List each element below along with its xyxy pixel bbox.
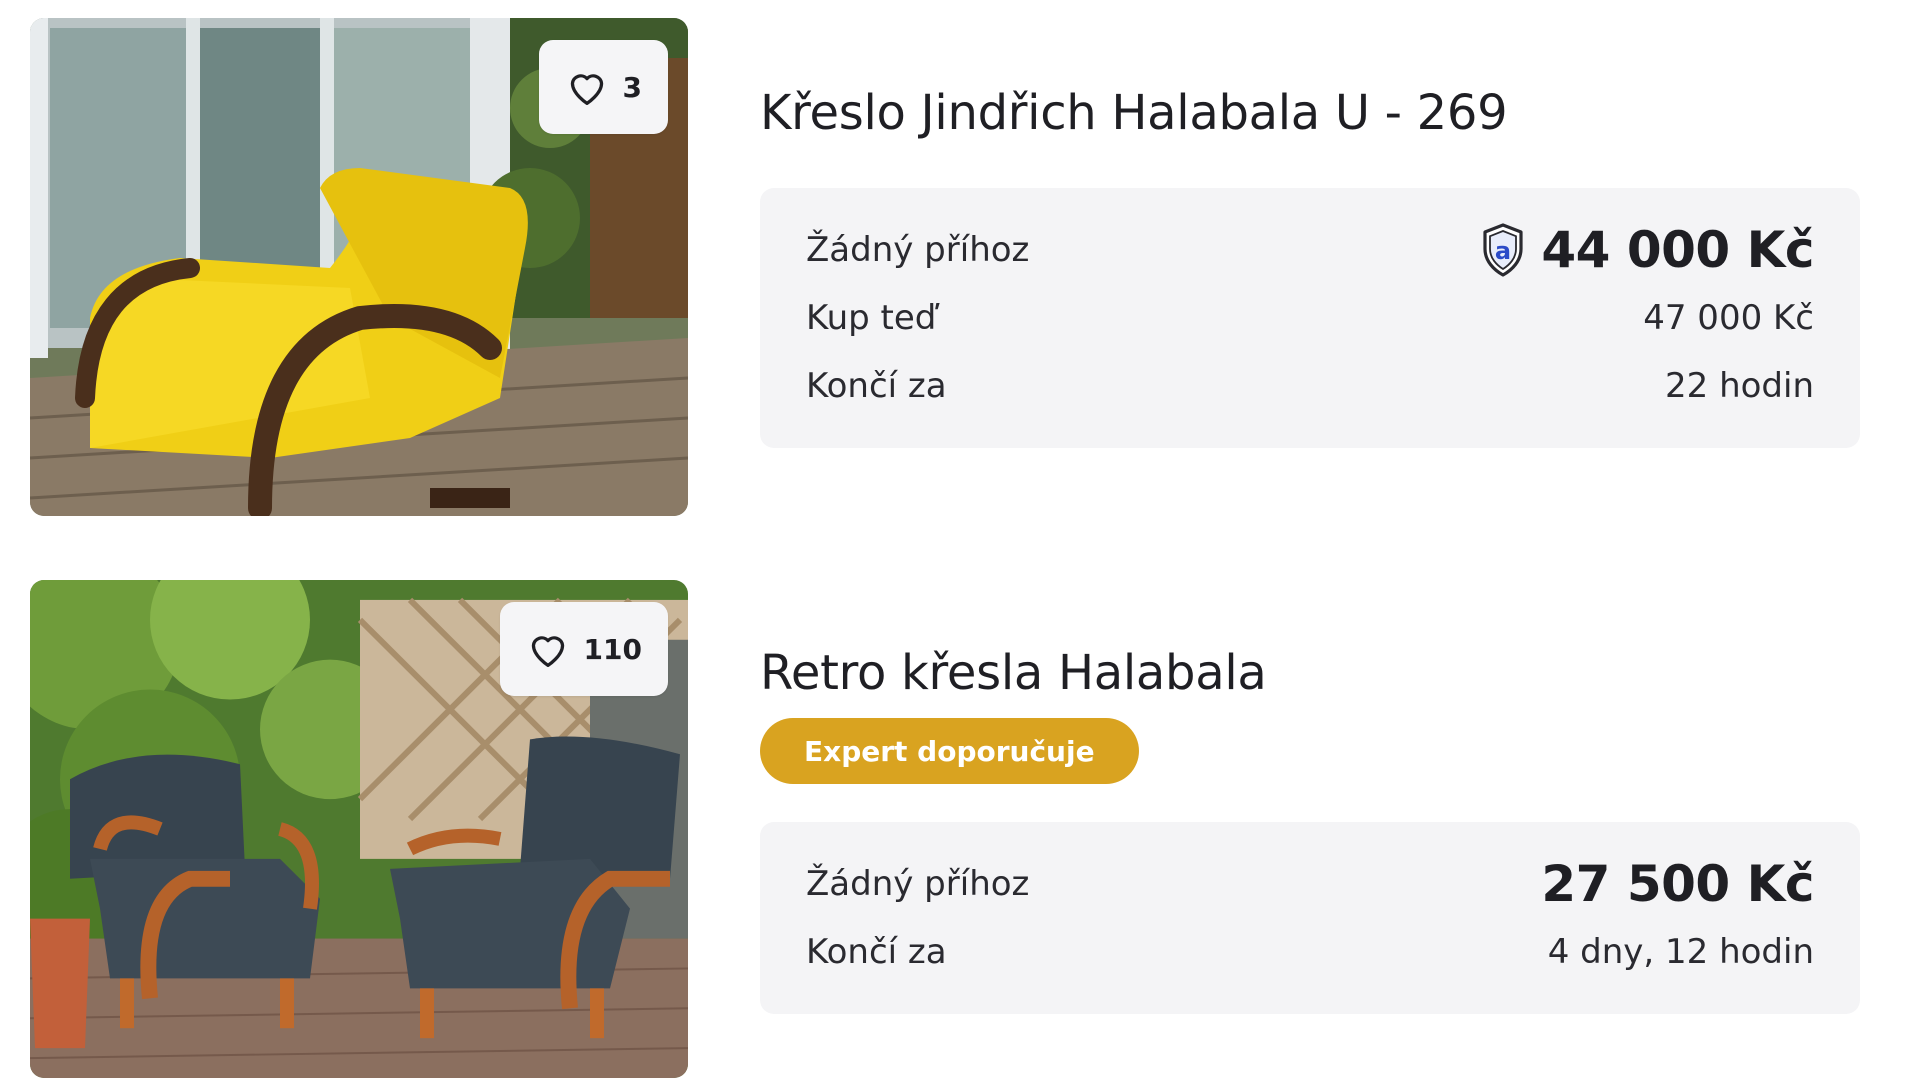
listing-card[interactable]: 110 Retro křesla Halabala Expert doporuč… [0, 560, 1920, 1080]
bid-status-label: Žádný příhoz [806, 864, 1030, 904]
price-panel: Žádný příhoz a 44 000 Kč Kup teď 47 000 … [760, 188, 1860, 448]
listing-image[interactable]: 110 [30, 580, 688, 1078]
ends-in-label: Končí za [806, 366, 947, 406]
heart-outline-icon [531, 636, 564, 667]
svg-text:a: a [1495, 237, 1511, 265]
favorite-button[interactable]: 110 [499, 602, 668, 696]
current-bid-row: Žádný příhoz a 44 000 Kč [806, 220, 1814, 280]
expert-recommends-badge: Expert doporučuje [760, 718, 1139, 784]
heart-outline-icon [570, 74, 603, 105]
favorite-count: 3 [622, 70, 642, 104]
price-value: 44 000 Kč [1541, 221, 1814, 279]
buy-now-label: Kup teď [806, 298, 937, 338]
listing-title[interactable]: Křeslo Jindřich Halabala U - 269 [760, 85, 1508, 141]
bid-status-label: Žádný příhoz [806, 230, 1030, 270]
listing-image[interactable]: 3 [30, 18, 688, 516]
ends-in-row: Končí za 4 dny, 12 hodin [806, 922, 1814, 982]
favorite-button[interactable]: 3 [538, 40, 668, 134]
ends-in-value: 4 dny, 12 hodin [1547, 932, 1814, 972]
listing-card[interactable]: 3 Křeslo Jindřich Halabala U - 269 Žádný… [0, 0, 1920, 540]
ends-in-value: 22 hodin [1665, 366, 1814, 406]
buy-now-row: Kup teď 47 000 Kč [806, 288, 1814, 348]
aukro-shield-icon: a [1483, 223, 1523, 277]
ends-in-row: Končí za 22 hodin [806, 356, 1814, 416]
favorite-count: 110 [583, 632, 642, 666]
price-panel: Žádný příhoz 27 500 Kč Končí za 4 dny, 1… [760, 822, 1860, 1014]
listing-title[interactable]: Retro křesla Halabala [760, 645, 1267, 701]
ends-in-label: Končí za [806, 932, 947, 972]
price-value: 27 500 Kč [1541, 855, 1814, 913]
buy-now-price: 47 000 Kč [1643, 298, 1814, 338]
price-group: a 44 000 Kč [1481, 221, 1814, 279]
current-bid-row: Žádný příhoz 27 500 Kč [806, 854, 1814, 914]
